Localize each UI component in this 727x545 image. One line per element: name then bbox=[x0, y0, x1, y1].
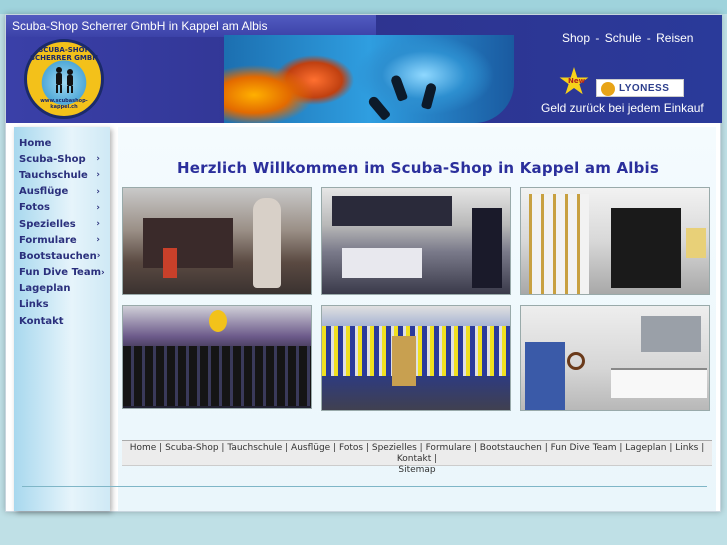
lyoness-banner[interactable]: LYONESS bbox=[596, 79, 684, 97]
sidebar-item-lageplan[interactable]: Lageplan bbox=[14, 281, 110, 297]
sidebar: Home Scuba-Shop › Tauchschule › Ausflüge › … bbox=[14, 127, 110, 511]
lyoness-logo-icon bbox=[601, 82, 615, 96]
shop-logo[interactable]: SCUBA-SHOP SCHERRER GMBH www.scubashop-k… bbox=[24, 39, 104, 119]
sidebar-item-label: Formulare bbox=[19, 234, 77, 246]
shop-photo-5[interactable] bbox=[321, 305, 511, 411]
chevron-right-icon: › bbox=[96, 170, 100, 181]
footer-link-spezielles[interactable]: Spezielles bbox=[372, 443, 417, 453]
lyoness-label: LYONESS bbox=[619, 83, 670, 94]
footer-link-tauchschule[interactable]: Tauchschule bbox=[227, 443, 282, 453]
top-nav-separator: - bbox=[595, 31, 600, 45]
shop-photo-4[interactable] bbox=[122, 305, 312, 409]
chevron-right-icon: › bbox=[96, 154, 100, 165]
sidebar-item-label: Ausflüge bbox=[19, 186, 69, 198]
site-title: Scuba-Shop Scherrer GmbH in Kappel am Al… bbox=[12, 19, 268, 33]
top-nav-schule[interactable]: Schule bbox=[605, 31, 642, 45]
sidebar-item-label: Fotos bbox=[19, 202, 50, 214]
diver-silhouette bbox=[420, 82, 438, 110]
footer-link-lageplan[interactable]: Lageplan bbox=[625, 443, 666, 453]
sidebar-item-home[interactable]: Home bbox=[14, 135, 110, 151]
chevron-right-icon: › bbox=[96, 202, 100, 213]
sidebar-item-tauchschule[interactable]: Tauchschule › bbox=[14, 167, 110, 183]
chevron-right-icon: › bbox=[96, 235, 100, 246]
footer-link-links[interactable]: Links bbox=[675, 443, 698, 453]
footer-nav: Home | Scuba-Shop | Tauchschule | Ausflü… bbox=[122, 440, 712, 475]
bottom-divider bbox=[22, 486, 707, 487]
cashback-text[interactable]: Geld zurück bei jedem Einkauf bbox=[541, 101, 704, 115]
top-nav-separator: - bbox=[646, 31, 651, 45]
footer-link-fun-dive-team[interactable]: Fun Dive Team bbox=[551, 443, 617, 453]
shop-photo-6[interactable] bbox=[520, 305, 710, 411]
sidebar-item-fun-dive-team[interactable]: Fun Dive Team › bbox=[14, 265, 110, 281]
sidebar-item-links[interactable]: Links bbox=[14, 297, 110, 313]
top-stripe bbox=[0, 0, 727, 14]
divers-icon bbox=[56, 67, 73, 93]
sidebar-item-formulare[interactable]: Formulare › bbox=[14, 232, 110, 248]
sidebar-menu: Home Scuba-Shop › Tauchschule › Ausflüge › … bbox=[14, 127, 110, 329]
sidebar-item-label: Lageplan bbox=[19, 283, 71, 295]
sidebar-item-bootstauchen[interactable]: Bootstauchen › bbox=[14, 248, 110, 264]
logo-text: SCUBA-SHOP SCHERRER GMBH bbox=[29, 46, 99, 62]
sidebar-item-label: Bootstauchen bbox=[19, 250, 97, 262]
sidebar-item-label: Links bbox=[19, 299, 49, 311]
footer-link-formulare[interactable]: Formulare bbox=[426, 443, 471, 453]
sidebar-item-label: Fun Dive Team bbox=[19, 267, 102, 279]
sidebar-item-fotos[interactable]: Fotos › bbox=[14, 200, 110, 216]
sidebar-item-label: Tauchschule bbox=[19, 169, 88, 181]
page-container: Scuba-Shop Scherrer GmbH in Kappel am Al… bbox=[5, 14, 722, 512]
footer-link-kontakt[interactable]: Kontakt bbox=[397, 454, 431, 464]
shop-photo-2[interactable] bbox=[321, 187, 511, 295]
sidebar-item-label: Kontakt bbox=[19, 315, 64, 327]
chevron-right-icon: › bbox=[96, 186, 100, 197]
footer-link-fotos[interactable]: Fotos bbox=[339, 443, 363, 453]
top-nav-shop[interactable]: Shop bbox=[562, 31, 590, 45]
shop-photo-3[interactable] bbox=[520, 187, 710, 295]
new-badge: New bbox=[568, 77, 586, 85]
sidebar-item-kontakt[interactable]: Kontakt bbox=[14, 313, 110, 329]
top-nav-reisen[interactable]: Reisen bbox=[656, 31, 693, 45]
header-underwater-photo bbox=[224, 35, 514, 123]
logo-url: www.scubashop-kappel.ch bbox=[40, 98, 88, 110]
sidebar-item-spezielles[interactable]: Spezielles › bbox=[14, 216, 110, 232]
sidebar-item-label: Home bbox=[19, 137, 52, 149]
welcome-heading: Herzlich Willkommen im Scuba-Shop in Kap… bbox=[176, 159, 660, 177]
chevron-right-icon: › bbox=[101, 267, 105, 278]
diver-silhouette bbox=[366, 94, 392, 122]
diver-silhouette bbox=[389, 74, 409, 102]
footer-link-scuba-shop[interactable]: Scuba-Shop bbox=[165, 443, 218, 453]
footer-link-bootstauchen[interactable]: Bootstauchen bbox=[480, 443, 542, 453]
footer-link-sitemap[interactable]: Sitemap bbox=[398, 465, 435, 475]
sidebar-item-label: Spezielles bbox=[19, 218, 76, 230]
sidebar-item-label: Scuba-Shop bbox=[19, 153, 86, 165]
chevron-right-icon: › bbox=[96, 251, 101, 262]
header: Scuba-Shop Scherrer GmbH in Kappel am Al… bbox=[6, 15, 722, 123]
shop-photo-1[interactable] bbox=[122, 187, 312, 295]
chevron-right-icon: › bbox=[96, 219, 100, 230]
footer-link-home[interactable]: Home bbox=[130, 443, 157, 453]
footer-link-ausfluege[interactable]: Ausflüge bbox=[291, 443, 330, 453]
sidebar-item-scuba-shop[interactable]: Scuba-Shop › bbox=[14, 151, 110, 167]
sidebar-item-ausfluege[interactable]: Ausflüge › bbox=[14, 184, 110, 200]
title-bar: Scuba-Shop Scherrer GmbH in Kappel am Al… bbox=[6, 15, 376, 37]
top-navigation: Shop - Schule - Reisen bbox=[562, 31, 695, 45]
